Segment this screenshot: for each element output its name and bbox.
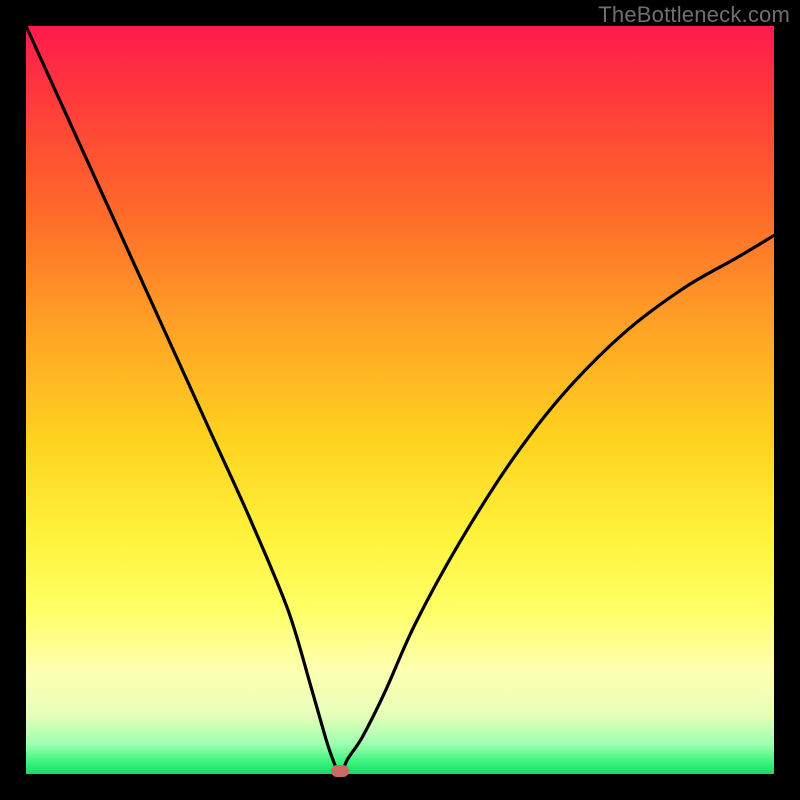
bottleneck-curve xyxy=(26,26,774,774)
watermark-text: TheBottleneck.com xyxy=(598,2,790,28)
minimum-point-marker xyxy=(331,765,349,777)
chart-plot-area xyxy=(26,26,774,774)
chart-frame: TheBottleneck.com xyxy=(0,0,800,800)
